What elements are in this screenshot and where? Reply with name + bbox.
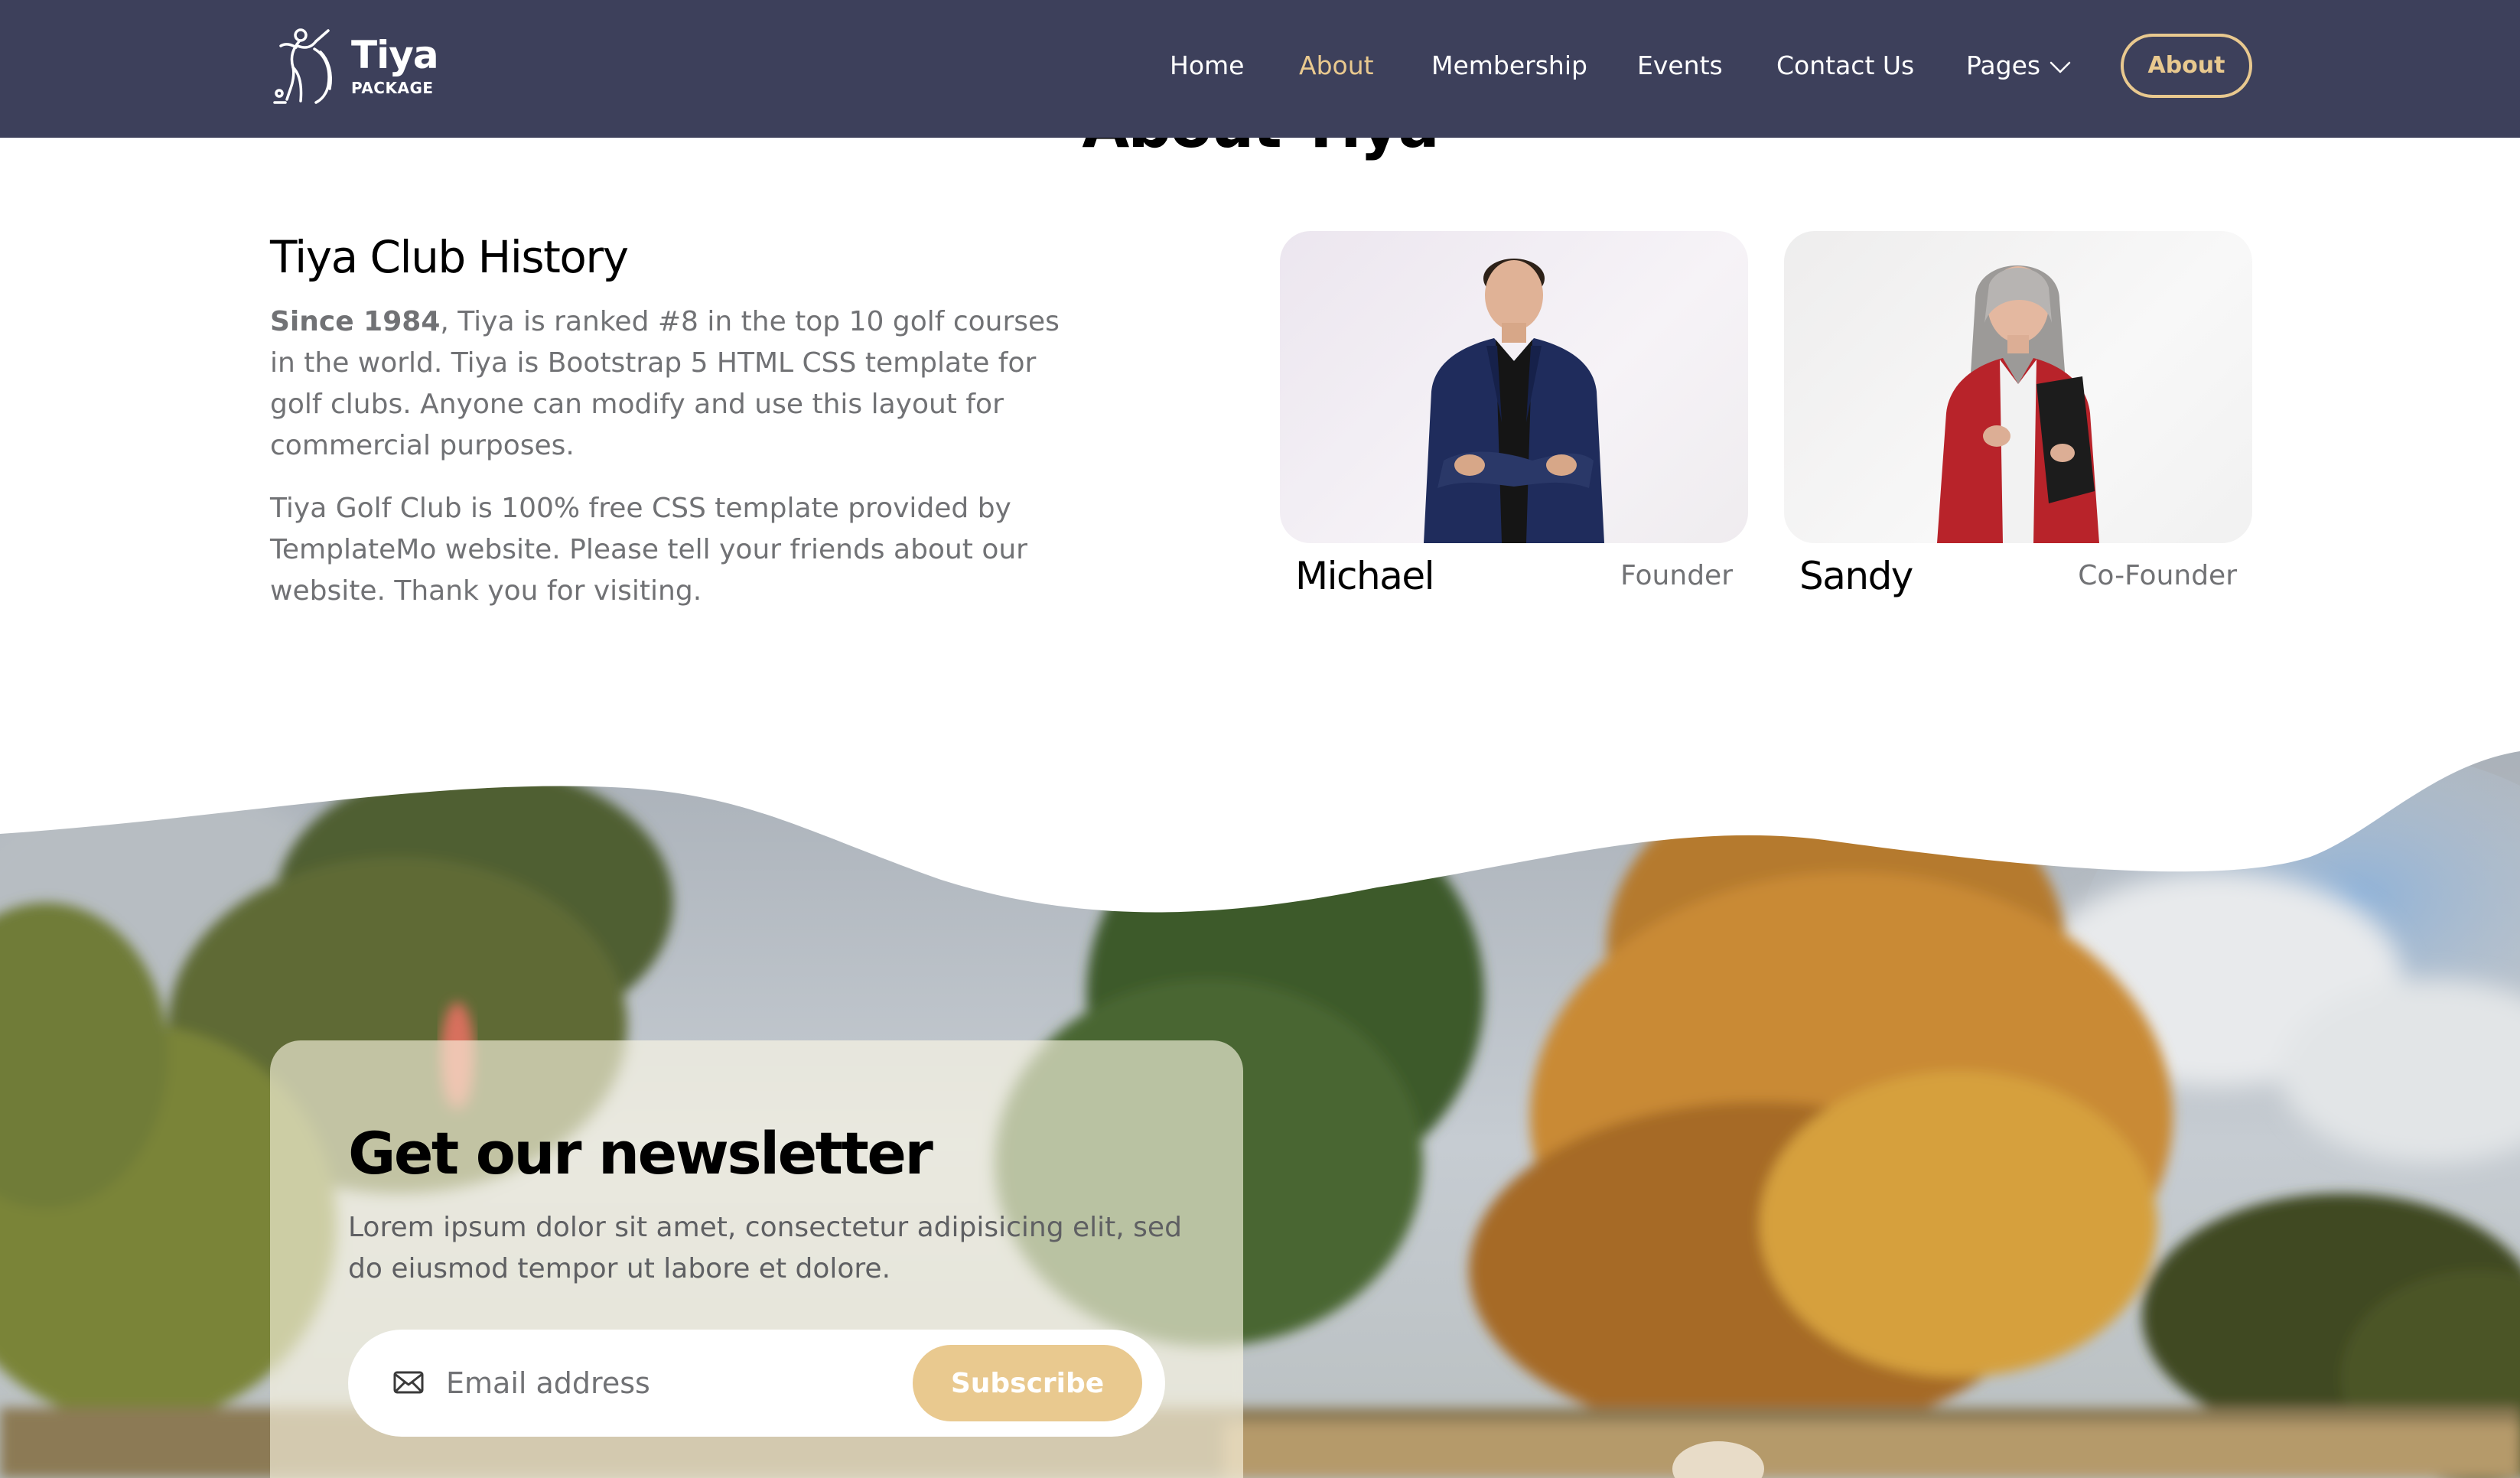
woman-portrait-image [1937, 265, 2099, 543]
team-role: Founder [1620, 560, 1733, 591]
team-photo-michael [1280, 231, 1748, 543]
team-card-michael: Michael Founder [1280, 231, 1748, 609]
history-lead: Since 1984 [270, 306, 441, 337]
nav-link-about[interactable]: About [1299, 44, 1374, 87]
brand-logo-link[interactable]: Tiya PACKAGE [270, 26, 439, 106]
brand-name: Tiya [351, 33, 439, 77]
team-info-michael: Michael Founder [1280, 548, 1748, 609]
team-info-sandy: Sandy Co-Founder [1784, 548, 2252, 609]
nav-link-home[interactable]: Home [1170, 44, 1244, 87]
newsletter-card: Get our newsletter Lorem ipsum dolor sit… [270, 1040, 1243, 1478]
brand-tagline: PACKAGE [351, 79, 434, 97]
subscribe-button[interactable]: Subscribe [913, 1345, 1142, 1421]
email-input[interactable] [446, 1353, 874, 1414]
history-paragraph-1: Since 1984, Tiya is ranked #8 in the top… [270, 301, 1081, 467]
golfer-swing-icon [273, 28, 332, 104]
history-title: Tiya Club History [270, 231, 629, 283]
history-paragraph-2: Tiya Golf Club is 100% free CSS template… [270, 493, 1027, 607]
team-name: Sandy [1799, 554, 1913, 598]
man-portrait-image [1424, 259, 1604, 543]
envelope-icon [393, 1371, 424, 1394]
nav-dropdown-pages[interactable]: Pages [1966, 44, 2071, 87]
team-name: Michael [1295, 554, 1435, 598]
newsletter-description: Lorem ipsum dolor sit amet, consectetur … [348, 1212, 1182, 1284]
nav-link-membership[interactable]: Membership [1431, 44, 1587, 87]
team-role: Co-Founder [2078, 560, 2237, 591]
nav-link-events[interactable]: Events [1637, 44, 1723, 87]
nav-link-contact-us[interactable]: Contact Us [1776, 44, 1914, 87]
club-history: Tiya Club History Since 1984, Tiya is ra… [270, 230, 1081, 612]
navbar: Tiya PACKAGE Home About Membership Event… [0, 0, 2520, 138]
chevron-down-icon [2050, 61, 2071, 73]
nav-pages-label: Pages [1966, 50, 2041, 80]
about-button[interactable]: About [2121, 34, 2252, 98]
team-card-sandy: Sandy Co-Founder [1784, 231, 2252, 609]
subscribe-form: Subscribe [348, 1330, 1165, 1437]
team-photo-sandy [1784, 231, 2252, 543]
newsletter-title: Get our newsletter [348, 1119, 933, 1187]
